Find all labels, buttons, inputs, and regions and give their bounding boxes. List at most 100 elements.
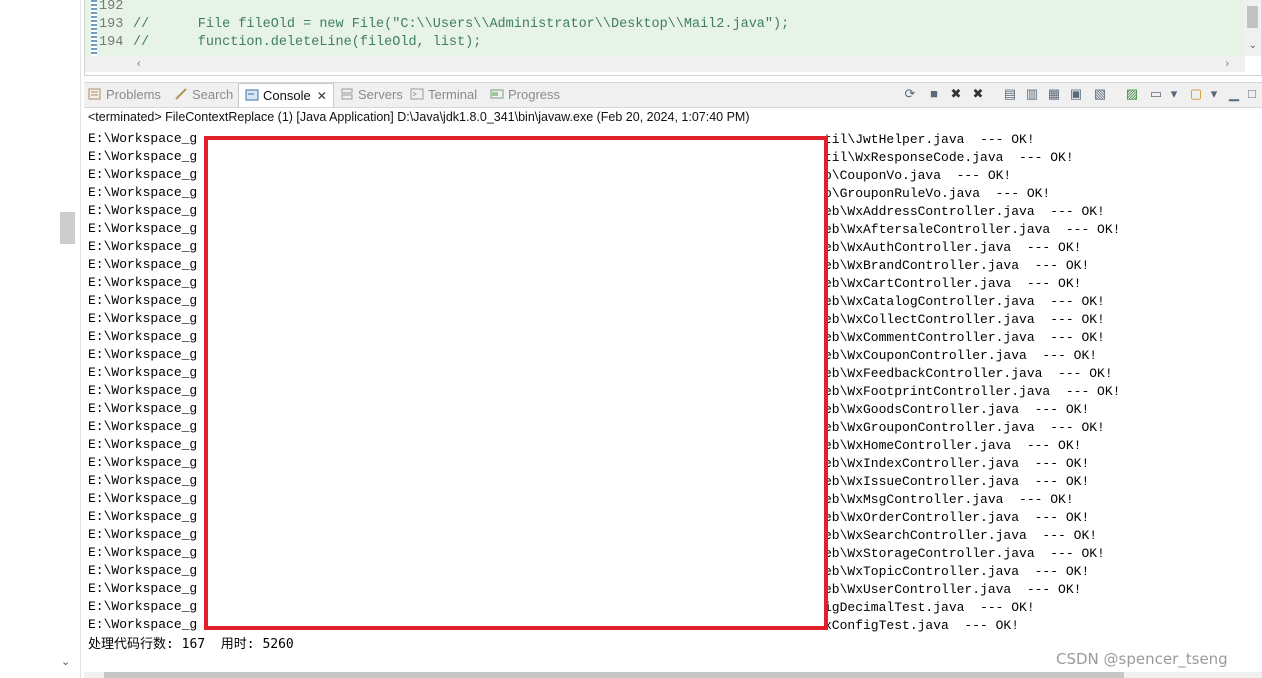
word-wrap-icon[interactable]: ▦ bbox=[1046, 86, 1062, 102]
console-line: E:\Workspace_g bbox=[88, 455, 198, 470]
problems-icon bbox=[88, 85, 102, 100]
console-line: E:\Workspace_g bbox=[88, 383, 198, 398]
console-line-result: o\CouponVo.java --- OK! bbox=[824, 168, 1012, 183]
console-line-result: igDecimalTest.java --- OK! bbox=[824, 600, 1035, 615]
search-icon bbox=[174, 85, 188, 100]
tab-problems[interactable]: Problems bbox=[88, 83, 161, 107]
code-line: 193// File fileOld = new File("C:\\Users… bbox=[99, 17, 790, 32]
remove-all-icon[interactable]: ✖ bbox=[970, 86, 986, 102]
console-title: <terminated> FileContextReplace (1) [Jav… bbox=[88, 110, 750, 124]
progress-icon bbox=[490, 85, 504, 99]
console-line-result: o\GrouponRuleVo.java --- OK! bbox=[824, 186, 1051, 201]
console-line-result: eb\WxGrouponController.java --- OK! bbox=[824, 420, 1105, 435]
console-line: E:\Workspace_g bbox=[88, 581, 198, 596]
console-line-result: eb\WxCartController.java --- OK! bbox=[824, 276, 1082, 291]
console-line: E:\Workspace_g bbox=[88, 473, 198, 488]
editor-vertical-scrollbar[interactable]: ⌄ bbox=[1244, 0, 1261, 56]
console-line-result: eb\WxStorageController.java --- OK! bbox=[824, 546, 1105, 561]
scroll-lock-icon[interactable]: ▥ bbox=[1024, 86, 1040, 102]
console-line-result: eb\WxCouponController.java --- OK! bbox=[824, 348, 1098, 363]
console-line: E:\Workspace_g bbox=[88, 257, 198, 272]
console-line: E:\Workspace_g bbox=[88, 599, 198, 614]
console-line-result: eb\WxOrderController.java --- OK! bbox=[824, 510, 1090, 525]
tab-search[interactable]: Search bbox=[174, 83, 233, 107]
console-line: E:\Workspace_g bbox=[88, 185, 198, 200]
line-number: 194 bbox=[99, 35, 124, 50]
console-icon bbox=[245, 86, 259, 101]
display-console-icon[interactable]: ▭ bbox=[1148, 86, 1164, 102]
chevron-left-icon[interactable]: ‹ bbox=[137, 56, 141, 72]
console-line-result: eb\WxFootprintController.java --- OK! bbox=[824, 384, 1121, 399]
console-line-result: eb\WxSearchController.java --- OK! bbox=[824, 528, 1098, 543]
console-line: E:\Workspace_g bbox=[88, 167, 198, 182]
console-line: E:\Workspace_g bbox=[88, 401, 198, 416]
chevron-down-icon[interactable]: ▾ bbox=[1166, 86, 1182, 102]
console-line-result: eb\WxTopicController.java --- OK! bbox=[824, 564, 1090, 579]
console-line-result: eb\WxAddressController.java --- OK! bbox=[824, 204, 1105, 219]
console-line: E:\Workspace_g bbox=[88, 239, 198, 254]
change-ruler bbox=[91, 0, 97, 56]
chevron-down-icon[interactable]: ▾ bbox=[1206, 86, 1222, 102]
chevron-down-icon[interactable]: ⌄ bbox=[61, 655, 70, 668]
maximize-icon[interactable]: □ bbox=[1244, 86, 1260, 102]
remove-launch-icon[interactable]: ✖ bbox=[948, 86, 964, 102]
code-area[interactable]: 192 193// File fileOld = new File("C:\\U… bbox=[85, 0, 1245, 56]
code-editor[interactable]: 192 193// File fileOld = new File("C:\\U… bbox=[84, 0, 1262, 76]
show-on-error-icon[interactable]: ▧ bbox=[1092, 86, 1108, 102]
scrollbar-thumb[interactable] bbox=[1247, 6, 1258, 28]
tab-servers[interactable]: Servers bbox=[340, 83, 403, 107]
console-line: E:\Workspace_g bbox=[88, 347, 198, 362]
close-icon[interactable]: ✕ bbox=[317, 89, 327, 103]
console-line-result: eb\WxAftersaleController.java --- OK! bbox=[824, 222, 1121, 237]
console-line: E:\Workspace_g bbox=[88, 221, 198, 236]
console-line: E:\Workspace_g bbox=[88, 419, 198, 434]
refresh-icon[interactable]: ⟳ bbox=[902, 86, 918, 102]
open-console-icon[interactable]: ▢ bbox=[1188, 86, 1204, 102]
console-line: E:\Workspace_g bbox=[88, 203, 198, 218]
console-line-result: eb\WxIssueController.java --- OK! bbox=[824, 474, 1090, 489]
tab-progress[interactable]: Progress bbox=[490, 83, 560, 107]
console-line: E:\Workspace_g bbox=[88, 437, 198, 452]
console-line-result: eb\WxBrandController.java --- OK! bbox=[824, 258, 1090, 273]
chevron-down-icon[interactable]: ⌄ bbox=[1249, 40, 1257, 51]
console-line: E:\Workspace_g bbox=[88, 491, 198, 506]
console-line: E:\Workspace_g bbox=[88, 527, 198, 542]
left-panel: ⌄ bbox=[0, 0, 81, 678]
clear-console-icon[interactable]: ▤ bbox=[1002, 86, 1018, 102]
console-summary: 处理代码行数: 167 用时: 5260 bbox=[88, 637, 294, 652]
console-line-result: eb\WxIndexController.java --- OK! bbox=[824, 456, 1090, 471]
servers-icon bbox=[340, 85, 354, 100]
console-line-result: eb\WxCommentController.java --- OK! bbox=[824, 330, 1105, 345]
code-line: 194// function.deleteLine(fileOld, list)… bbox=[99, 35, 482, 50]
console-line-result: eb\WxCollectController.java --- OK! bbox=[824, 312, 1105, 327]
chevron-right-icon[interactable]: › bbox=[1225, 56, 1229, 72]
console-line-result: xConfigTest.java --- OK! bbox=[824, 618, 1020, 633]
left-scrollbar-thumb[interactable] bbox=[60, 212, 75, 244]
stop-icon[interactable]: ■ bbox=[926, 86, 942, 102]
redaction-box bbox=[204, 136, 828, 630]
view-tabs-bar: Problems Search Console ✕ Servers Termina… bbox=[84, 82, 1262, 108]
console-line: E:\Workspace_g bbox=[88, 149, 198, 164]
console-line-result: eb\WxUserController.java --- OK! bbox=[824, 582, 1082, 597]
console-line-result: eb\WxFeedbackController.java --- OK! bbox=[824, 366, 1113, 381]
tab-terminal[interactable]: Terminal bbox=[410, 83, 477, 107]
scrollbar-thumb[interactable] bbox=[104, 672, 1124, 678]
console-line: E:\Workspace_g bbox=[88, 563, 198, 578]
line-number: 192 bbox=[99, 0, 124, 14]
pin-console-icon[interactable]: ▨ bbox=[1124, 86, 1140, 102]
tab-console[interactable]: Console ✕ bbox=[238, 83, 334, 107]
console-line-result: eb\WxHomeController.java --- OK! bbox=[824, 438, 1082, 453]
minimize-icon[interactable]: ▁ bbox=[1226, 86, 1242, 102]
console-line-result: eb\WxAuthController.java --- OK! bbox=[824, 240, 1082, 255]
show-on-output-icon[interactable]: ▣ bbox=[1068, 86, 1084, 102]
console-line-result: eb\WxMsgController.java --- OK! bbox=[824, 492, 1074, 507]
line-number: 193 bbox=[99, 17, 124, 32]
code-line: 192 bbox=[99, 0, 133, 16]
console-line-result: eb\WxGoodsController.java --- OK! bbox=[824, 402, 1090, 417]
console-line: E:\Workspace_g bbox=[88, 131, 198, 146]
console-line: E:\Workspace_g bbox=[88, 617, 198, 632]
console-line: E:\Workspace_g bbox=[88, 275, 198, 290]
editor-horizontal-scrollbar[interactable]: ‹ › bbox=[85, 56, 1245, 72]
console-line: E:\Workspace_g bbox=[88, 509, 198, 524]
console-line: E:\Workspace_g bbox=[88, 311, 198, 326]
